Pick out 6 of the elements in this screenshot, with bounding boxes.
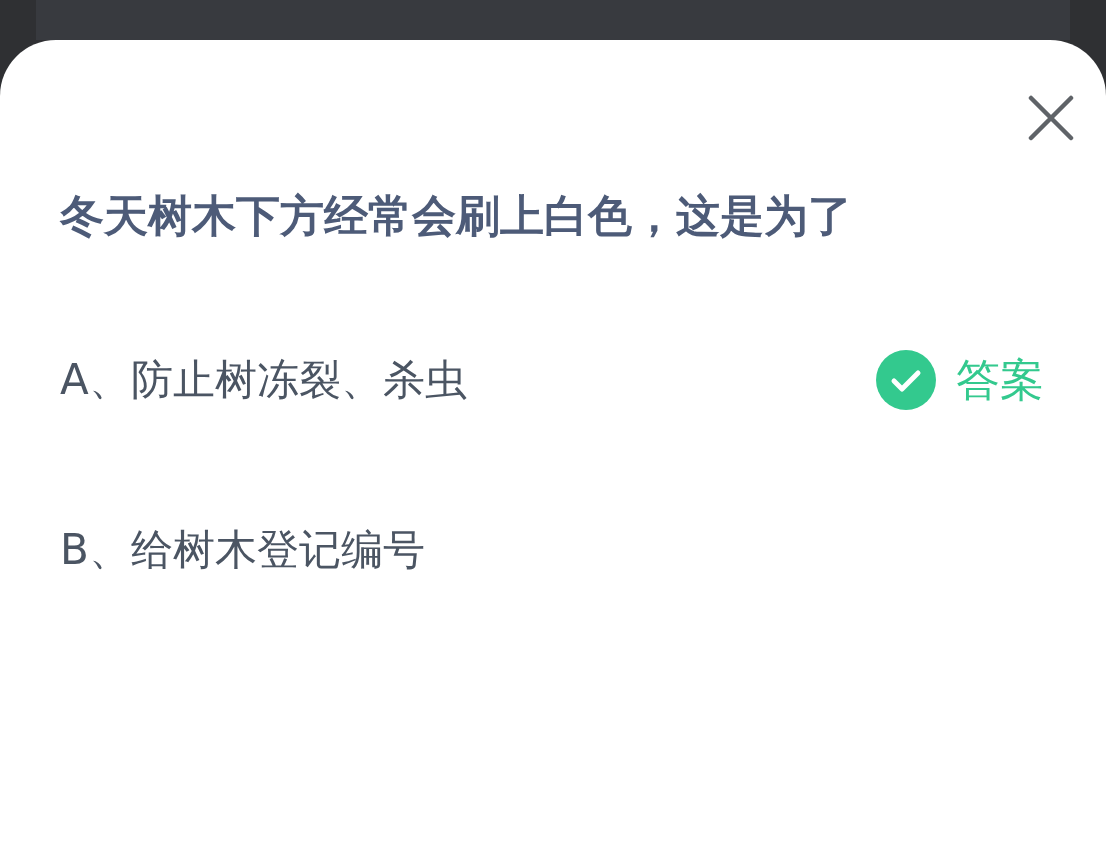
answer-label: 答案 xyxy=(956,353,1044,407)
option-text[interactable]: B、给树木登记编号 xyxy=(60,522,425,578)
option-text[interactable]: A、防止树冻裂、杀虫 xyxy=(60,352,467,408)
check-circle-icon xyxy=(876,350,936,410)
question-text: 冬天树木下方经常会刷上白色，这是为了 xyxy=(60,189,853,243)
close-button[interactable] xyxy=(1028,95,1074,141)
